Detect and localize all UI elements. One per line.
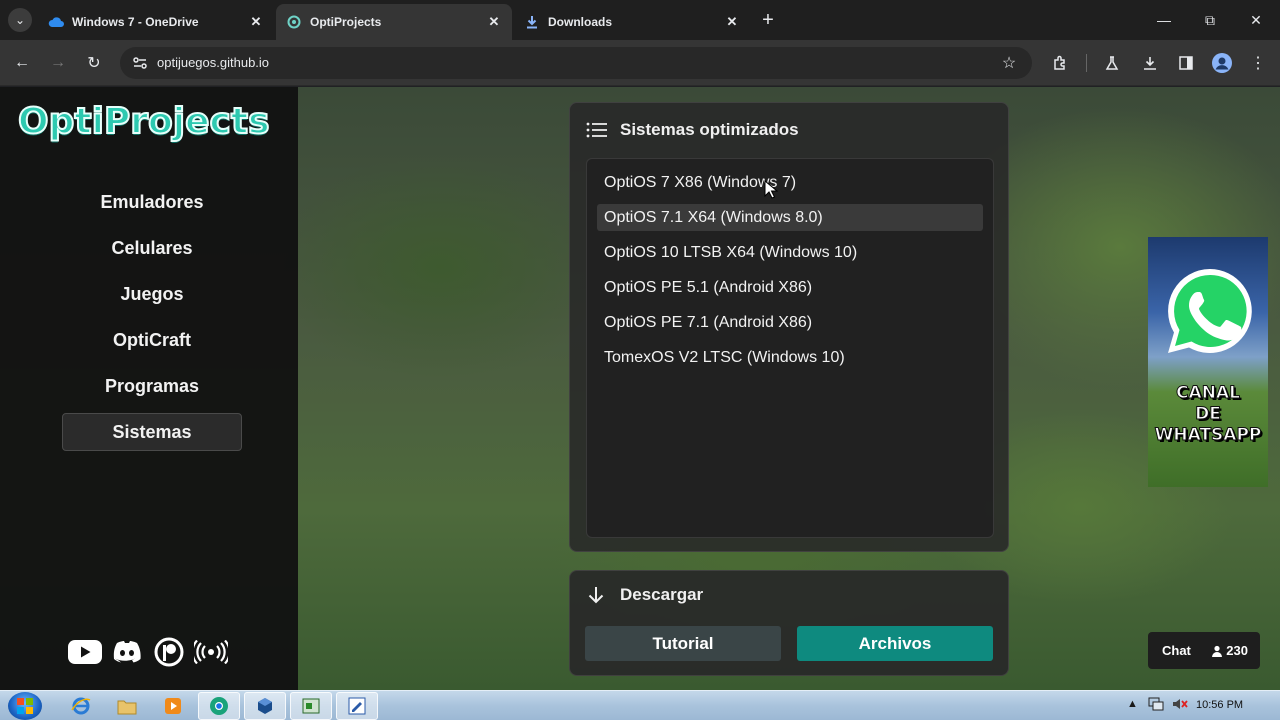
browser-tab-strip: ⌄ Windows 7 - OneDrive ✕ OptiProjects ✕ … [0,0,1280,40]
toolbar-divider [1086,54,1087,72]
list-icon [586,122,607,138]
forward-button[interactable]: → [46,51,70,75]
side-panel-icon[interactable] [1174,51,1198,75]
files-button[interactable]: Archivos [797,626,993,661]
download-icon [524,14,540,30]
tab-downloads[interactable]: Downloads ✕ [514,4,750,40]
arrow-down-icon [588,587,604,604]
show-hidden-icons-icon[interactable]: ▲ [1127,698,1138,710]
nav-opticraft[interactable]: OptiCraft [62,321,242,359]
download-panel-title: Descargar [620,585,704,604]
close-icon[interactable]: ✕ [248,14,264,30]
youtube-icon[interactable] [68,637,102,667]
systems-panel: Sistemas optimizados OptiOS 7 X86 (Windo… [569,102,1009,552]
internet-explorer-icon[interactable] [60,692,102,720]
list-item[interactable]: OptiOS PE 5.1 (Android X86) [597,274,983,301]
whatsapp-icon [1168,269,1252,353]
virtualbox-icon[interactable] [244,692,286,720]
download-panel-header: Descargar [586,585,703,605]
chat-count: 230 [1226,643,1248,658]
tab-title: Windows 7 - OneDrive [72,15,199,29]
onedrive-cloud-icon [48,14,64,30]
page-viewport: OptiProjects Emuladores Celulares Juegos… [0,87,1280,690]
chat-user-count: 230 [1211,643,1248,658]
labs-flask-icon[interactable] [1100,51,1124,75]
reload-button[interactable]: ↻ [82,51,106,75]
list-item[interactable]: OptiOS 10 LTSB X64 (Windows 10) [597,239,983,266]
nav-programas[interactable]: Programas [62,367,242,405]
tab-title: OptiProjects [310,15,382,29]
whatsapp-banner-line: WHATSAPP [1154,425,1262,446]
site-info-icon[interactable] [128,51,152,75]
download-panel: Descargar Tutorial Archivos [569,570,1009,676]
nav-sistemas[interactable]: Sistemas [62,413,242,451]
url-text: optijuegos.github.io [157,55,270,70]
address-bar[interactable]: optijuegos.github.io ☆ [120,47,1032,79]
tab-title: Downloads [548,15,613,29]
patreon-icon[interactable] [152,637,186,667]
taskbar-clock[interactable]: 10:56 PM [1196,699,1243,711]
systems-list: OptiOS 7 X86 (Windows 7) OptiOS 7.1 X64 … [586,158,994,538]
whatsapp-banner-text: CANAL DE WHATSAPP [1148,383,1268,446]
discord-icon[interactable] [110,637,144,667]
browser-toolbar: ← → ↻ optijuegos.github.io ☆ ⋮ [0,40,1280,86]
new-tab-button[interactable]: + [758,9,778,31]
list-item[interactable]: OptiOS 7.1 X64 (Windows 8.0) [597,204,983,231]
whatsapp-banner-line: CANAL [1176,383,1241,404]
sidebar: OptiProjects Emuladores Celulares Juegos… [0,87,298,690]
nav-celulares[interactable]: Celulares [62,229,242,267]
chrome-taskbar-icon[interactable] [198,692,240,720]
window-close-button[interactable]: ✕ [1244,8,1268,32]
list-item[interactable]: OptiOS PE 7.1 (Android X86) [597,309,983,336]
windows-taskbar: ▲ 10:56 PM [0,690,1280,720]
close-icon[interactable]: ✕ [486,14,502,30]
chrome-menu-icon[interactable]: ⋮ [1246,51,1270,75]
back-button[interactable]: ← [10,51,34,75]
start-button[interactable] [8,692,42,720]
optiprojects-favicon-icon [286,14,302,30]
network-icon[interactable] [1148,697,1164,714]
site-logo[interactable]: OptiProjects [17,100,271,143]
list-item[interactable]: TomexOS V2 LTSC (Windows 10) [597,344,983,371]
tab-search-button[interactable]: ⌄ [8,8,32,32]
nav-juegos[interactable]: Juegos [62,275,242,313]
tutorial-button[interactable]: Tutorial [585,626,781,661]
chat-widget-button[interactable]: Chat 230 [1148,632,1260,669]
mouse-cursor-icon [764,180,778,199]
bookmark-star-icon[interactable]: ☆ [998,52,1020,74]
whatsapp-banner-line: DE [1195,404,1222,425]
minimize-button[interactable]: — [1152,8,1176,32]
restore-button[interactable]: ⧉ [1198,8,1222,32]
list-item[interactable]: OptiOS 7 X86 (Windows 7) [597,169,983,196]
editor-app-icon[interactable] [336,692,378,720]
systems-panel-title: Sistemas optimizados [620,120,799,139]
chat-label: Chat [1162,643,1191,658]
user-icon [1212,645,1223,657]
close-icon[interactable]: ✕ [724,14,740,30]
profile-avatar-icon[interactable] [1212,53,1232,73]
extensions-icon[interactable] [1048,51,1072,75]
app-window-icon[interactable] [290,692,332,720]
file-explorer-icon[interactable] [106,692,148,720]
downloads-icon[interactable] [1138,51,1162,75]
windows-logo-icon [17,698,33,714]
volume-muted-icon[interactable] [1172,697,1188,714]
nav-emuladores[interactable]: Emuladores [62,183,242,221]
media-player-icon[interactable] [152,692,194,720]
broadcast-icon[interactable] [194,637,228,667]
tab-optiprojects[interactable]: OptiProjects ✕ [276,4,512,40]
tab-onedrive[interactable]: Windows 7 - OneDrive ✕ [38,4,274,40]
systems-panel-header: Sistemas optimizados [586,120,799,140]
whatsapp-channel-banner[interactable]: CANAL DE WHATSAPP [1148,237,1268,487]
